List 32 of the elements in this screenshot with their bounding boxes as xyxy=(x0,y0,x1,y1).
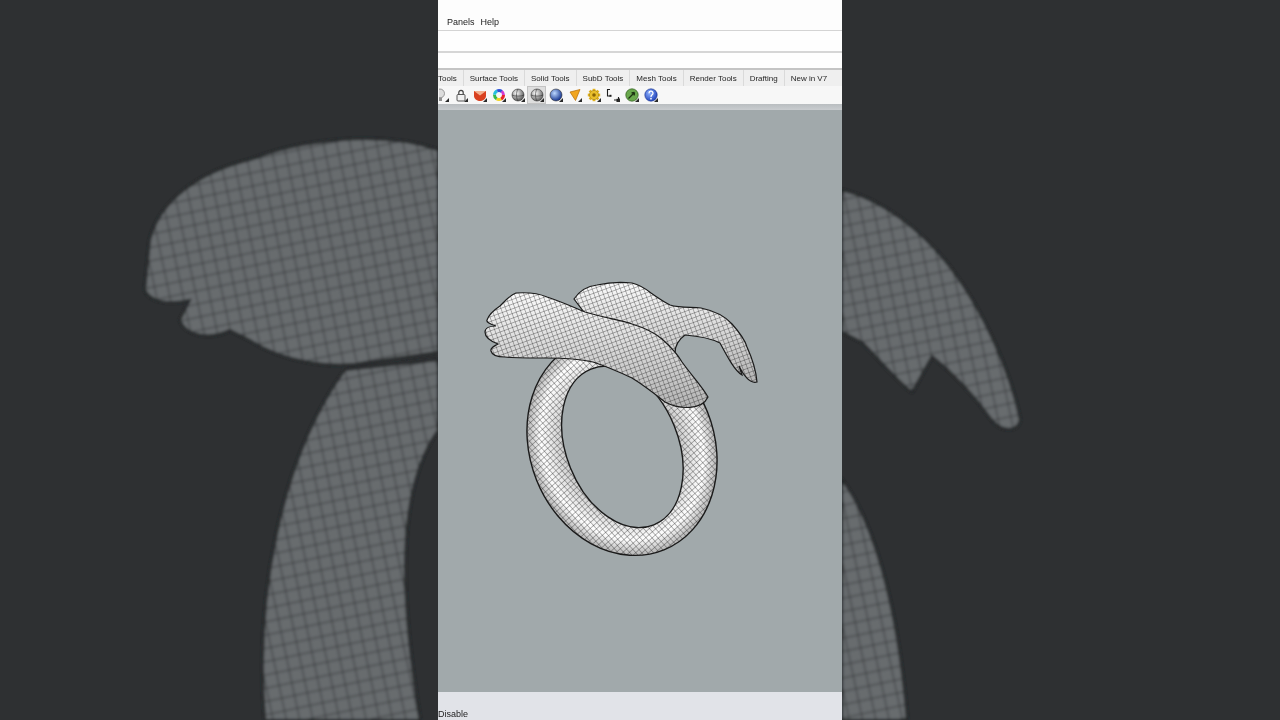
flyout-caret-icon xyxy=(521,98,525,102)
flyout-caret-icon xyxy=(635,98,639,102)
menu-item[interactable]: Help xyxy=(477,16,503,28)
flyout-caret-icon xyxy=(616,98,620,102)
corner-bracket-icon xyxy=(605,88,620,102)
sphere-icon xyxy=(529,88,544,102)
shiny-sphere-icon xyxy=(548,88,563,102)
flyout-caret-icon xyxy=(540,98,544,102)
flyout-caret-icon xyxy=(483,98,487,102)
toolbar-button[interactable] xyxy=(546,86,565,104)
flyout-caret-icon xyxy=(578,98,582,102)
menu-item[interactable]: Panels xyxy=(444,16,478,28)
toolbar-button[interactable] xyxy=(622,86,641,104)
status-text: Disable xyxy=(438,709,468,720)
cone-icon xyxy=(567,88,582,102)
flyout-caret-icon xyxy=(559,98,563,102)
toolbar-button[interactable] xyxy=(508,86,527,104)
toolbar-button[interactable] xyxy=(527,86,546,104)
tab[interactable]: Tools xyxy=(438,70,463,86)
sphere-icon xyxy=(510,88,525,102)
gear-icon xyxy=(586,88,601,102)
flyout-caret-icon xyxy=(654,98,658,102)
hue-ring-icon xyxy=(491,88,506,102)
shield-icon xyxy=(472,88,487,102)
bulb-icon xyxy=(439,88,447,102)
toolbar-button[interactable] xyxy=(641,86,660,104)
flyout-caret-icon xyxy=(464,98,468,102)
flyout-caret-icon xyxy=(597,98,601,102)
flyout-caret-icon xyxy=(502,98,506,102)
flyout-caret-icon xyxy=(445,98,449,102)
arrow-circle-icon xyxy=(624,88,639,102)
toolbar-button[interactable] xyxy=(438,86,451,104)
